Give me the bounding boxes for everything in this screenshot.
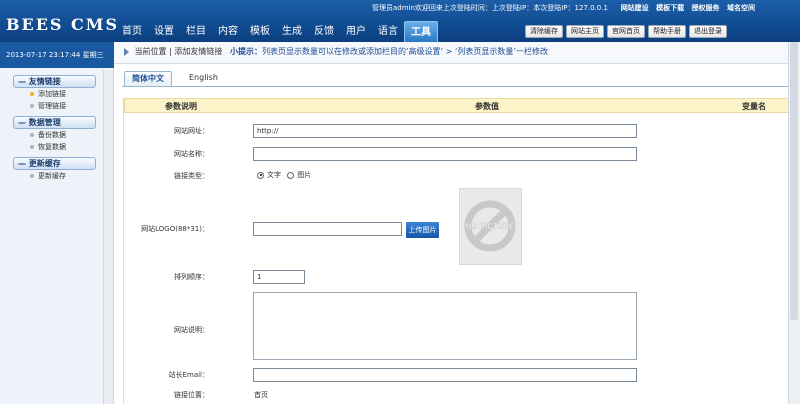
dot-icon	[30, 92, 34, 96]
nav-language[interactable]: 语言	[372, 21, 404, 42]
email-label: 站长Email：	[168, 371, 209, 379]
language-tabs: 简体中文 English	[124, 71, 235, 86]
link-web-build[interactable]: 网站建设	[621, 4, 649, 12]
nav-tools[interactable]: 工具	[404, 21, 438, 42]
login-info: 管理员admin欢迎回来上次登陆时间：上次登陆IP：本次登陆IP：127.0.0…	[372, 4, 608, 12]
sidebar-group-links[interactable]: — 友情链接	[13, 75, 96, 88]
logo-input[interactable]	[253, 222, 402, 236]
url-label: 网站网址：	[174, 127, 209, 135]
scrollbar-thumb[interactable]	[790, 42, 798, 320]
nav-settings[interactable]: 设置	[148, 21, 180, 42]
order-label: 排列顺序：	[174, 273, 209, 281]
official-home-button[interactable]: 官网首页	[607, 25, 645, 38]
sidebar-group-data[interactable]: — 数据管理	[13, 116, 96, 129]
sidebar-item-backup[interactable]: 备份数据	[30, 129, 113, 141]
order-input[interactable]: 1	[253, 270, 305, 284]
logout-button[interactable]: 退出登录	[689, 25, 727, 38]
nav-templates[interactable]: 模板	[244, 21, 276, 42]
link-type-radios: 文字 图片	[257, 170, 311, 180]
logo: BEES CMS	[6, 15, 120, 34]
sidebar-item-add-link[interactable]: 添加链接	[30, 88, 113, 100]
main-content: 当前位置 | 添加友情链接 小提示：列表页显示数量可以在修改或添加栏目的‘高级设…	[114, 42, 800, 404]
top-buttons: 清除缓存 网站主页 官网首页 帮助手册 退出登录	[525, 25, 730, 38]
table-header: 参数说明 参数值 变量名	[124, 98, 791, 113]
site-home-button[interactable]: 网站主页	[566, 25, 604, 38]
no-picture-placeholder: NO PICTURE	[459, 188, 522, 265]
dot-icon	[30, 104, 34, 108]
sidebar-item-manage-links[interactable]: 管理链接	[30, 100, 113, 112]
tab-english[interactable]: English	[182, 71, 225, 86]
divider	[122, 86, 792, 87]
link-type-label: 链接类型：	[174, 172, 209, 180]
tip-text: 列表页显示数量可以在修改或添加栏目的‘高级设置’ > ‘列表页显示数量’一栏修改	[261, 47, 548, 56]
col-var-name: 变量名	[742, 102, 766, 111]
no-picture-text: NO PICTURE	[465, 222, 515, 231]
nav-content[interactable]: 内容	[212, 21, 244, 42]
upload-image-button[interactable]: 上传图片	[406, 222, 439, 238]
position-value: 首页	[254, 391, 268, 399]
top-bar: BEES CMS 管理员admin欢迎回来上次登陆时间：上次登陆IP：本次登陆I…	[0, 0, 800, 42]
nav-generate[interactable]: 生成	[276, 21, 308, 42]
form-panel: 参数说明 参数值 变量名 网站网址： http:// 网站名称： 链接类型： 文…	[123, 98, 792, 404]
col-param-value: 参数值	[475, 102, 499, 111]
link-template-download[interactable]: 模板下载	[656, 4, 684, 12]
sidebar-item-update-cache[interactable]: 更新缓存	[30, 170, 113, 182]
nav-feedback[interactable]: 反馈	[308, 21, 340, 42]
logo-label: 网站LOGO(88*31)：	[141, 225, 209, 233]
nav-users[interactable]: 用户	[340, 21, 372, 42]
link-license[interactable]: 授权服务	[692, 4, 720, 12]
site-name-input[interactable]	[253, 147, 637, 161]
breadcrumb: 当前位置 | 添加友情链接 小提示：列表页显示数量可以在修改或添加栏目的‘高级设…	[114, 42, 800, 64]
position-label: 链接位置：	[174, 391, 209, 399]
link-domain-host[interactable]: 域名空间	[727, 4, 755, 12]
nav-columns[interactable]: 栏目	[180, 21, 212, 42]
sidebar-item-restore[interactable]: 恢复数据	[30, 141, 113, 153]
main-nav: 首页 设置 栏目 内容 模板 生成 反馈 用户 语言 工具	[116, 21, 438, 42]
nav-home[interactable]: 首页	[116, 21, 148, 42]
description-textarea[interactable]	[253, 292, 637, 360]
tip-label: 小提示：	[229, 47, 262, 56]
site-name-label: 网站名称：	[174, 150, 209, 158]
clear-cache-button[interactable]: 清除缓存	[525, 25, 563, 38]
sidebar-group-cache[interactable]: — 更新缓存	[13, 157, 96, 170]
datetime: 2013-07-17 23:17:44 星期三	[0, 42, 114, 68]
top-links: 网站建设 模板下载 授权服务 域名空间	[616, 3, 755, 13]
dot-icon	[30, 145, 34, 149]
help-manual-button[interactable]: 帮助手册	[648, 25, 686, 38]
dot-icon	[30, 133, 34, 137]
tab-chinese[interactable]: 简体中文	[124, 71, 172, 86]
no-picture-icon: NO PICTURE	[464, 200, 516, 252]
email-input[interactable]	[253, 368, 637, 382]
sidebar: — 友情链接 添加链接 管理链接 — 数据管理 备份数据 恢复数据 — 更新缓存…	[0, 68, 114, 404]
dot-icon	[30, 174, 34, 178]
radio-image[interactable]	[287, 171, 295, 179]
arrow-icon	[124, 47, 129, 56]
sidebar-scrollbar[interactable]	[103, 70, 113, 404]
radio-text[interactable]	[257, 171, 264, 179]
description-label: 网站说明：	[174, 326, 209, 334]
url-input[interactable]: http://	[253, 124, 637, 138]
col-param-desc: 参数说明	[165, 102, 197, 111]
